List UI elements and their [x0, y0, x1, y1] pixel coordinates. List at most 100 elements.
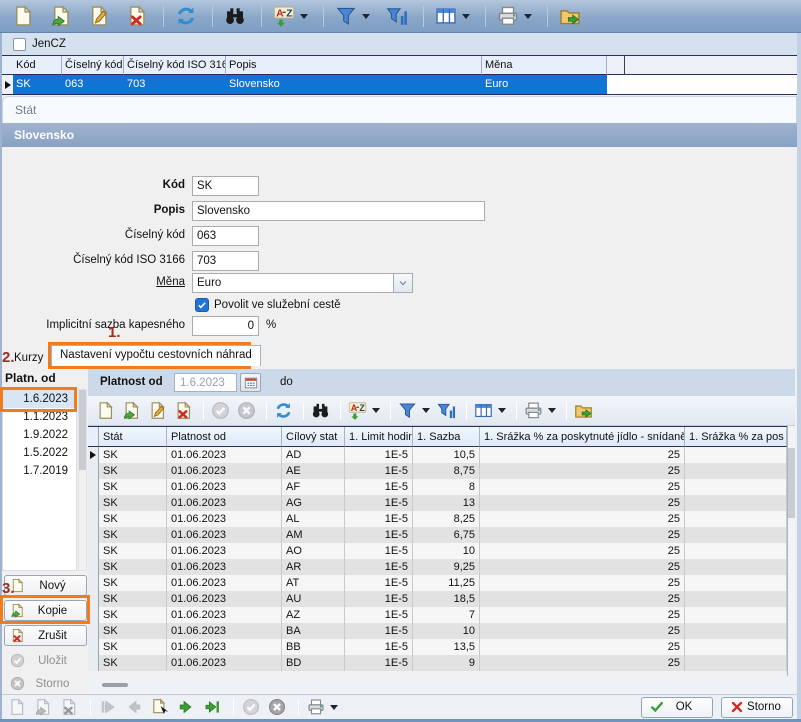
cell[interactable]: 25	[480, 655, 685, 671]
dropdown-caret-icon[interactable]	[422, 408, 430, 413]
scrollbar-thumb[interactable]	[79, 390, 86, 470]
tab-nastaveni-vypoctu[interactable]: Nastavení vypočtu cestovních náhrad	[51, 345, 261, 366]
cell[interactable]	[685, 511, 787, 527]
table-row[interactable]: SK01.06.2023AL1E-58,2525	[88, 511, 787, 527]
cell[interactable]: AL	[282, 511, 345, 527]
popis-field[interactable]: Slovensko	[192, 201, 485, 221]
cell[interactable]	[685, 607, 787, 623]
dropdown-caret-icon[interactable]	[548, 408, 556, 413]
cell[interactable]: SK	[99, 655, 167, 671]
cell[interactable]: 25	[480, 607, 685, 623]
cell[interactable]: 25	[480, 479, 685, 495]
search-button[interactable]	[309, 399, 332, 423]
cancel-button[interactable]	[266, 696, 288, 718]
cell[interactable]: SK	[99, 639, 167, 655]
cell[interactable]: SK	[99, 511, 167, 527]
print-button[interactable]	[522, 399, 558, 423]
cell[interactable]: 25	[480, 447, 685, 463]
kod-field[interactable]: SK	[192, 176, 259, 196]
edit-record-button[interactable]	[146, 399, 169, 423]
table-row[interactable]: SK01.06.2023AF1E-5825	[88, 479, 787, 495]
cell[interactable]: 01.06.2023	[167, 447, 282, 463]
cell[interactable]: 01.06.2023	[167, 543, 282, 559]
table-row[interactable]: SK01.06.2023AU1E-518,525	[88, 591, 787, 607]
column-settings-button[interactable]	[472, 399, 508, 423]
cell[interactable]	[685, 655, 787, 671]
column-header[interactable]: Měna	[482, 56, 607, 75]
refresh-button[interactable]	[272, 399, 295, 423]
cell[interactable]	[685, 623, 787, 639]
cell[interactable]	[685, 559, 787, 575]
cell[interactable]: SK	[99, 575, 167, 591]
column-header[interactable]: Stát	[99, 427, 167, 447]
cell[interactable]: 1E-5	[345, 639, 413, 655]
cell[interactable]: SK	[99, 527, 167, 543]
cell[interactable]: 11,25	[413, 575, 480, 591]
refresh-button[interactable]	[171, 2, 201, 30]
cell[interactable]: 18,5	[413, 591, 480, 607]
validity-item[interactable]: 1.5.2022	[3, 444, 76, 462]
column-header[interactable]: 1. Limit hodin	[345, 427, 413, 447]
cell[interactable]: SK	[99, 543, 167, 559]
cell[interactable]: 25	[480, 495, 685, 511]
cell[interactable]: 1E-5	[345, 559, 413, 575]
cell[interactable]: 01.06.2023	[167, 495, 282, 511]
cell[interactable]: 25	[480, 639, 685, 655]
cell[interactable]: SK	[99, 559, 167, 575]
select-record-button[interactable]	[149, 696, 171, 718]
cell[interactable]: 1E-5	[345, 591, 413, 607]
iso-kod-field[interactable]: 703	[192, 251, 259, 271]
table-row[interactable]: SK01.06.2023AM1E-56,7525	[88, 527, 787, 543]
column-header[interactable]: 1. Srážka % za poskytnuté jídlo - snídan…	[480, 427, 685, 447]
validity-item[interactable]: 1.6.2023	[3, 390, 76, 408]
table-row-selected[interactable]: SK 063 703 Slovensko Euro	[2, 75, 797, 95]
cell[interactable]: 13,5	[413, 639, 480, 655]
cell[interactable]: 10	[413, 623, 480, 639]
cell[interactable]: AR	[282, 559, 345, 575]
cell[interactable]: 13	[413, 495, 480, 511]
dropdown-caret-icon[interactable]	[524, 14, 532, 19]
column-header[interactable]: Cílový stat	[282, 427, 345, 447]
cell[interactable]: AD	[282, 447, 345, 463]
scrollbar-thumb[interactable]	[102, 683, 128, 687]
cell[interactable]	[685, 495, 787, 511]
cell[interactable]: 1E-5	[345, 463, 413, 479]
cell[interactable]	[685, 591, 787, 607]
table-row[interactable]: SK01.06.2023AZ1E-5725	[88, 607, 787, 623]
export-records-button[interactable]	[555, 2, 585, 30]
scrollbar-thumb[interactable]	[788, 448, 795, 518]
validity-item[interactable]: 1.9.2022	[3, 426, 76, 444]
cell[interactable]: 8,75	[413, 463, 480, 479]
cell[interactable]	[685, 527, 787, 543]
column-settings-button[interactable]	[431, 2, 474, 30]
nov--button[interactable]: Nový	[4, 575, 87, 596]
delete-record-button[interactable]	[172, 399, 195, 423]
cell[interactable]: AM	[282, 527, 345, 543]
ok-button[interactable]: OK	[641, 697, 713, 718]
cell[interactable]: 01.06.2023	[167, 479, 282, 495]
cell[interactable]: 25	[480, 511, 685, 527]
cell[interactable]: BA	[282, 623, 345, 639]
table-row[interactable]: SK01.06.2023BA1E-51025	[88, 623, 787, 639]
cell[interactable]: AZ	[282, 607, 345, 623]
column-header[interactable]: Popis	[226, 56, 482, 75]
cell[interactable]: 01.06.2023	[167, 655, 282, 671]
cell-ciselny-kod[interactable]: 063	[62, 75, 124, 94]
filter-values-button[interactable]	[435, 399, 458, 423]
cell[interactable]: AO	[282, 543, 345, 559]
table-row[interactable]: SK01.06.2023AD1E-510,525	[88, 447, 787, 463]
ciselny-kod-field[interactable]: 063	[192, 226, 259, 246]
validity-scrollbar[interactable]	[78, 389, 87, 571]
new-document-button[interactable]	[8, 2, 38, 30]
kopie-button[interactable]: Kopie	[4, 600, 87, 621]
cell[interactable]	[685, 479, 787, 495]
cell[interactable]: BD	[282, 655, 345, 671]
cell[interactable]: AU	[282, 591, 345, 607]
column-header[interactable]: Číselný kód ISO 3166	[124, 56, 226, 75]
table-row[interactable]: SK01.06.2023BD1E-5925	[88, 655, 787, 671]
cell[interactable]: 25	[480, 623, 685, 639]
cell[interactable]	[685, 543, 787, 559]
export-records-button[interactable]	[572, 399, 595, 423]
cell[interactable]: 25	[480, 463, 685, 479]
mena-dropdown-button[interactable]	[393, 274, 412, 292]
